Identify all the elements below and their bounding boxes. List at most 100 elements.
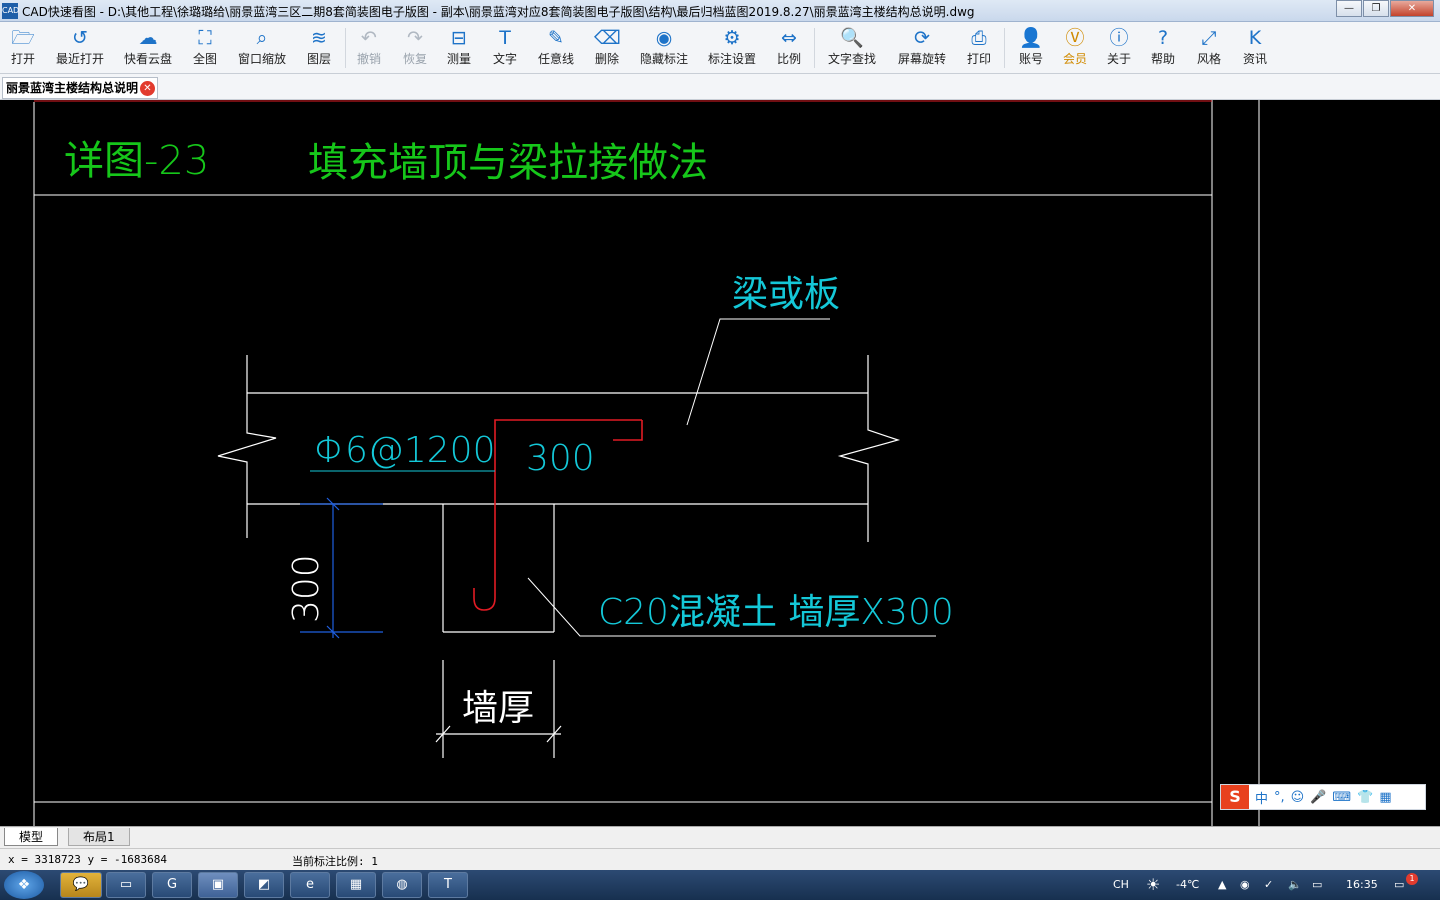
taskbar-cad-viewer-icon[interactable]: ▣: [198, 872, 238, 898]
document-tab[interactable]: 丽景蓝湾主楼结构总说明 ✕: [2, 77, 158, 99]
toolbar-button[interactable]: ⚙ 标注设置: [708, 26, 756, 67]
toolbar-button-label: 删除: [594, 52, 619, 66]
ime-item-icon[interactable]: ☺: [1291, 790, 1305, 805]
scale-icon: ⇔: [781, 27, 797, 49]
rebar-label: Φ6@1200: [314, 430, 496, 471]
clock[interactable]: 16:35: [1346, 878, 1378, 891]
toolbar-button[interactable]: 🗁 打开: [10, 26, 36, 67]
beam-label: 梁或板: [732, 274, 840, 315]
network-icon[interactable]: ▭: [1312, 878, 1322, 891]
notification-badge: 1: [1406, 873, 1418, 885]
text-icon: T: [499, 27, 511, 49]
volume-icon[interactable]: 🔈: [1288, 878, 1302, 891]
title-bar: CAD CAD快速看图 - D:\其他工程\徐璐璐给\丽景蓝湾三区二期8套简装图…: [0, 0, 1440, 22]
redo-icon: ↷: [407, 27, 423, 49]
coordinate-readout: x = 3318723 y = -1683684: [8, 853, 167, 866]
taskbar-ie-icon[interactable]: e: [290, 872, 330, 898]
minimize-button[interactable]: —: [1336, 0, 1362, 17]
ime-item-icon[interactable]: 👕: [1357, 790, 1373, 805]
weather-temperature[interactable]: -4℃: [1176, 878, 1199, 891]
annotation-settings-icon: ⚙: [723, 27, 741, 49]
close-tab-icon[interactable]: ✕: [140, 81, 155, 96]
toolbar-button[interactable]: ↶ 撤销: [356, 26, 382, 67]
toolbar-separator: [814, 28, 815, 68]
toolbar-button-label: 风格: [1196, 52, 1221, 66]
app-icon: CAD: [2, 3, 19, 19]
ime-item-icon[interactable]: 🎤: [1310, 790, 1326, 805]
ime-item-icon[interactable]: ▦: [1379, 790, 1391, 805]
toolbar-button[interactable]: ☁ 快看云盘: [124, 26, 172, 67]
toolbar-button[interactable]: ⊟ 测量: [446, 26, 472, 67]
toolbar-button-label: 打开: [10, 52, 35, 66]
toolbar-button-label: 帮助: [1150, 52, 1175, 66]
user-icon: 👤: [1019, 27, 1043, 49]
ime-item-icon[interactable]: ⌨: [1332, 790, 1351, 805]
toolbar-button-label: 测量: [446, 52, 471, 66]
tab-model[interactable]: 模型: [4, 828, 59, 846]
toolbar-button-label: 最近打开: [56, 52, 105, 66]
rotate-screen-icon: ⟳: [914, 27, 930, 49]
toolbar-button[interactable]: ↷ 恢复: [402, 26, 428, 67]
taskbar-explorer-icon[interactable]: ▭: [106, 872, 146, 898]
sogou-logo-icon: S: [1221, 785, 1249, 809]
toolbar-button[interactable]: ? 帮助: [1150, 26, 1176, 67]
window-title: CAD快速看图 - D:\其他工程\徐璐璐给\丽景蓝湾三区二期8套简装图电子版图…: [22, 5, 975, 19]
taskbar-calculator-icon[interactable]: ▦: [336, 872, 376, 898]
drawing-frame: [33, 100, 1260, 826]
toolbar-button[interactable]: 🔍 文字查找: [828, 26, 876, 67]
toolbar-button-label: 文字: [492, 52, 517, 66]
show-hidden-icons-icon[interactable]: ▲: [1218, 878, 1226, 891]
info-icon: ⓘ: [1109, 27, 1129, 49]
tray-ime-icon[interactable]: ✓: [1264, 878, 1273, 891]
printer-icon: ⎙: [971, 27, 987, 49]
ime-mode[interactable]: 中: [1255, 788, 1268, 807]
toolbar-button[interactable]: 👤 账号: [1018, 26, 1044, 67]
taskbar-firefox-icon[interactable]: ◍: [382, 872, 422, 898]
zoom-window-icon: ⌕: [256, 27, 268, 49]
start-button[interactable]: ❖: [4, 871, 44, 899]
tab-layout1[interactable]: 布局1: [68, 828, 130, 846]
toolbar-button-label: 隐藏标注: [640, 52, 689, 66]
toolbar-button[interactable]: ⌕ 窗口缩放: [238, 26, 286, 67]
toolbar-button[interactable]: ↺ 最近打开: [56, 26, 104, 67]
windows-taskbar: ❖ 💬 ▭ G ▣ ◩ e ▦ ◍ T CH ☀ -4℃ ▲ ◉ ✓ 🔈 ▭ 1…: [0, 870, 1440, 900]
weather-sun-icon: ☀: [1146, 875, 1161, 894]
toolbar-button[interactable]: ⟳ 屏幕旋转: [898, 26, 946, 67]
taskbar-text-app-icon[interactable]: T: [428, 872, 468, 898]
toolbar-button[interactable]: K 资讯: [1242, 26, 1268, 67]
language-indicator[interactable]: CH: [1113, 878, 1129, 891]
help-icon: ?: [1157, 27, 1169, 49]
ime-toolbar[interactable]: S 中 °, ☺ 🎤 ⌨ 👕 ▦: [1220, 784, 1426, 810]
toolbar-button[interactable]: ◉ 隐藏标注: [640, 26, 688, 67]
toolbar-button[interactable]: ⇔ 比例: [776, 26, 802, 67]
cad-drawing: 详图-23 填充墙顶与梁拉接做法 梁或板 Φ6@1200 300 C20混凝土 …: [33, 100, 1260, 826]
toolbar-button[interactable]: ≋ 图层: [306, 26, 332, 67]
toolbar-button[interactable]: ✎ 任意线: [538, 26, 574, 67]
taskbar-browser-icon[interactable]: G: [152, 872, 192, 898]
toolbar-button[interactable]: ⛶ 全图: [192, 26, 218, 67]
toolbar-button[interactable]: T 文字: [492, 26, 518, 67]
toolbar-button-label: 撤销: [356, 52, 381, 66]
detail-number: 详图-23: [64, 138, 209, 184]
close-button[interactable]: ✕: [1390, 0, 1434, 17]
toolbar-button[interactable]: ⌫ 删除: [594, 26, 621, 67]
ime-item-icon[interactable]: °,: [1274, 790, 1285, 805]
toolbar-button[interactable]: Ⓥ 会员: [1062, 26, 1088, 67]
toolbar-button-label: 账号: [1018, 52, 1043, 66]
maximize-button[interactable]: ❐: [1363, 0, 1389, 17]
cloud-icon: ☁: [138, 27, 158, 49]
taskbar-app-icon[interactable]: ◩: [244, 872, 284, 898]
document-tab-bar: 丽景蓝湾主楼结构总说明 ✕: [0, 74, 1440, 100]
tray-app-icon[interactable]: ◉: [1240, 878, 1250, 891]
action-center-icon[interactable]: ▭: [1394, 878, 1404, 891]
toolbar-button[interactable]: ⎙ 打印: [966, 26, 992, 67]
toolbar-button[interactable]: ⤢ 风格: [1196, 26, 1222, 67]
drawing-canvas[interactable]: 详图-23 填充墙顶与梁拉接做法 梁或板 Φ6@1200 300 C20混凝土 …: [0, 100, 1440, 826]
measure-icon: ⊟: [451, 27, 467, 49]
detail-title: 填充墙顶与梁拉接做法: [308, 140, 708, 186]
status-bar: x = 3318723 y = -1683684 当前标注比例: 1: [0, 848, 1440, 870]
taskbar-wechat-icon[interactable]: 💬: [60, 872, 102, 898]
toolbar-button[interactable]: ⓘ 关于: [1106, 26, 1132, 67]
annotation-scale-readout: 当前标注比例: 1: [292, 855, 378, 868]
toolbar-button-label: 快看云盘: [124, 52, 173, 66]
